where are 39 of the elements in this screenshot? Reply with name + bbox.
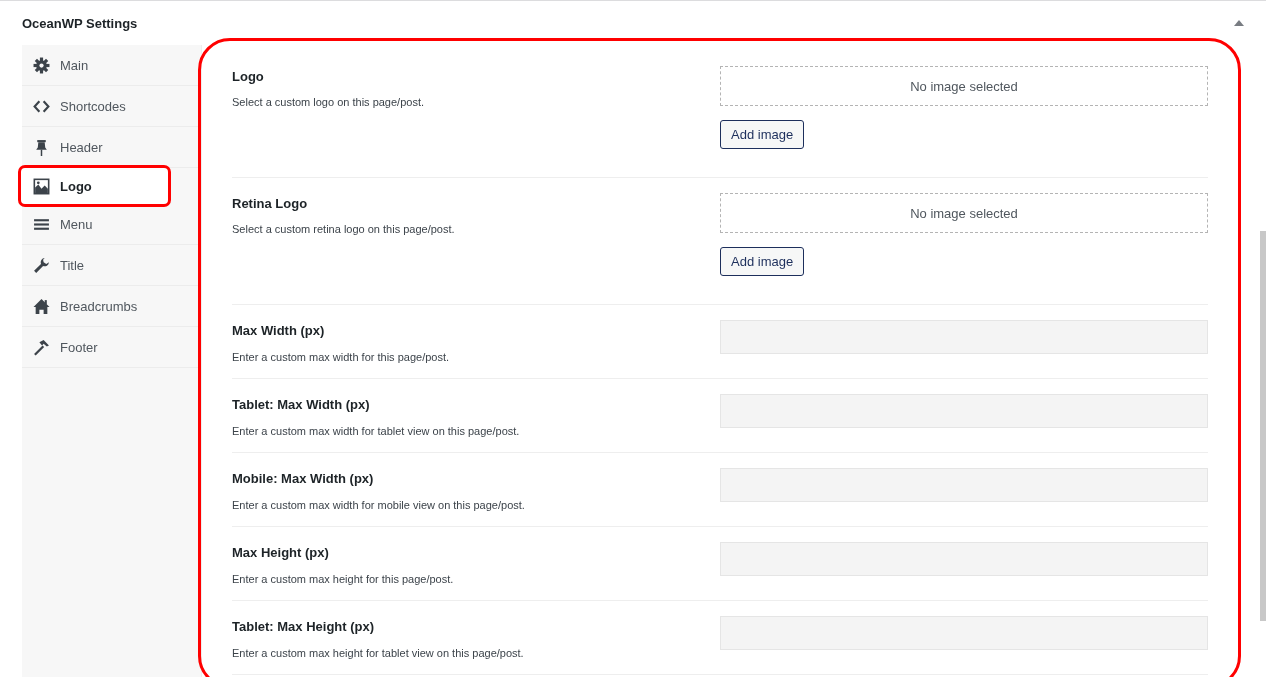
sidebar-item[interactable]: Logo xyxy=(18,165,171,207)
collapse-toggle-icon[interactable] xyxy=(1234,20,1244,26)
add-image-button[interactable]: Add image xyxy=(720,120,805,149)
setting-label: Max Width (px) xyxy=(232,323,326,338)
setting-label: Retina Logo xyxy=(232,196,309,211)
input-field[interactable] xyxy=(720,616,1208,650)
add-image-button[interactable]: Add image xyxy=(720,247,805,276)
image-icon xyxy=(33,177,50,195)
setting-label: Logo xyxy=(232,69,265,84)
image-preview: No image selected xyxy=(720,66,1208,106)
sidebar-item[interactable]: Menu xyxy=(22,204,201,245)
panel-title: OceanWP Settings xyxy=(22,15,138,31)
setting-description: Enter a custom max width for this page/post. xyxy=(232,351,451,363)
setting-description: Enter a custom max width for tablet view on this page/post. xyxy=(232,425,521,437)
sidebar-item[interactable]: Breadcrumbs xyxy=(22,286,201,327)
input-field[interactable] xyxy=(720,468,1208,502)
input-field[interactable] xyxy=(720,320,1208,354)
setting-description: Enter a custom max width for mobile view on this page/post. xyxy=(232,499,526,511)
hammer-icon xyxy=(33,338,50,356)
setting-description: Select a custom retina logo on this page/post. xyxy=(232,223,456,235)
setting-label: Mobile: Max Width (px) xyxy=(232,471,375,486)
sidebar-item[interactable]: Title xyxy=(22,245,201,286)
input-field[interactable] xyxy=(720,542,1208,576)
sidebar-item[interactable]: Main xyxy=(22,45,201,86)
input-field[interactable] xyxy=(720,394,1208,428)
setting-label: Max Height (px) xyxy=(232,545,330,560)
setting-description: Enter a custom max height for tablet view on this page/post. xyxy=(232,647,525,659)
sidebar-item[interactable]: Footer xyxy=(22,327,201,368)
sidebar-item[interactable]: Shortcodes xyxy=(22,86,201,127)
setting-description: Enter a custom max height for this page/post. xyxy=(232,573,455,585)
home-icon xyxy=(33,297,50,315)
setting-label: Tablet: Max Width (px) xyxy=(232,397,371,412)
pin-icon xyxy=(33,138,50,156)
setting-description: Select a custom logo on this page/post. xyxy=(232,96,425,108)
image-preview: No image selected xyxy=(720,193,1208,233)
scrollbar[interactable] xyxy=(1260,231,1266,621)
gear-icon xyxy=(33,56,50,74)
setting-label: Tablet: Max Height (px) xyxy=(232,619,376,634)
wrench-icon xyxy=(33,256,50,274)
